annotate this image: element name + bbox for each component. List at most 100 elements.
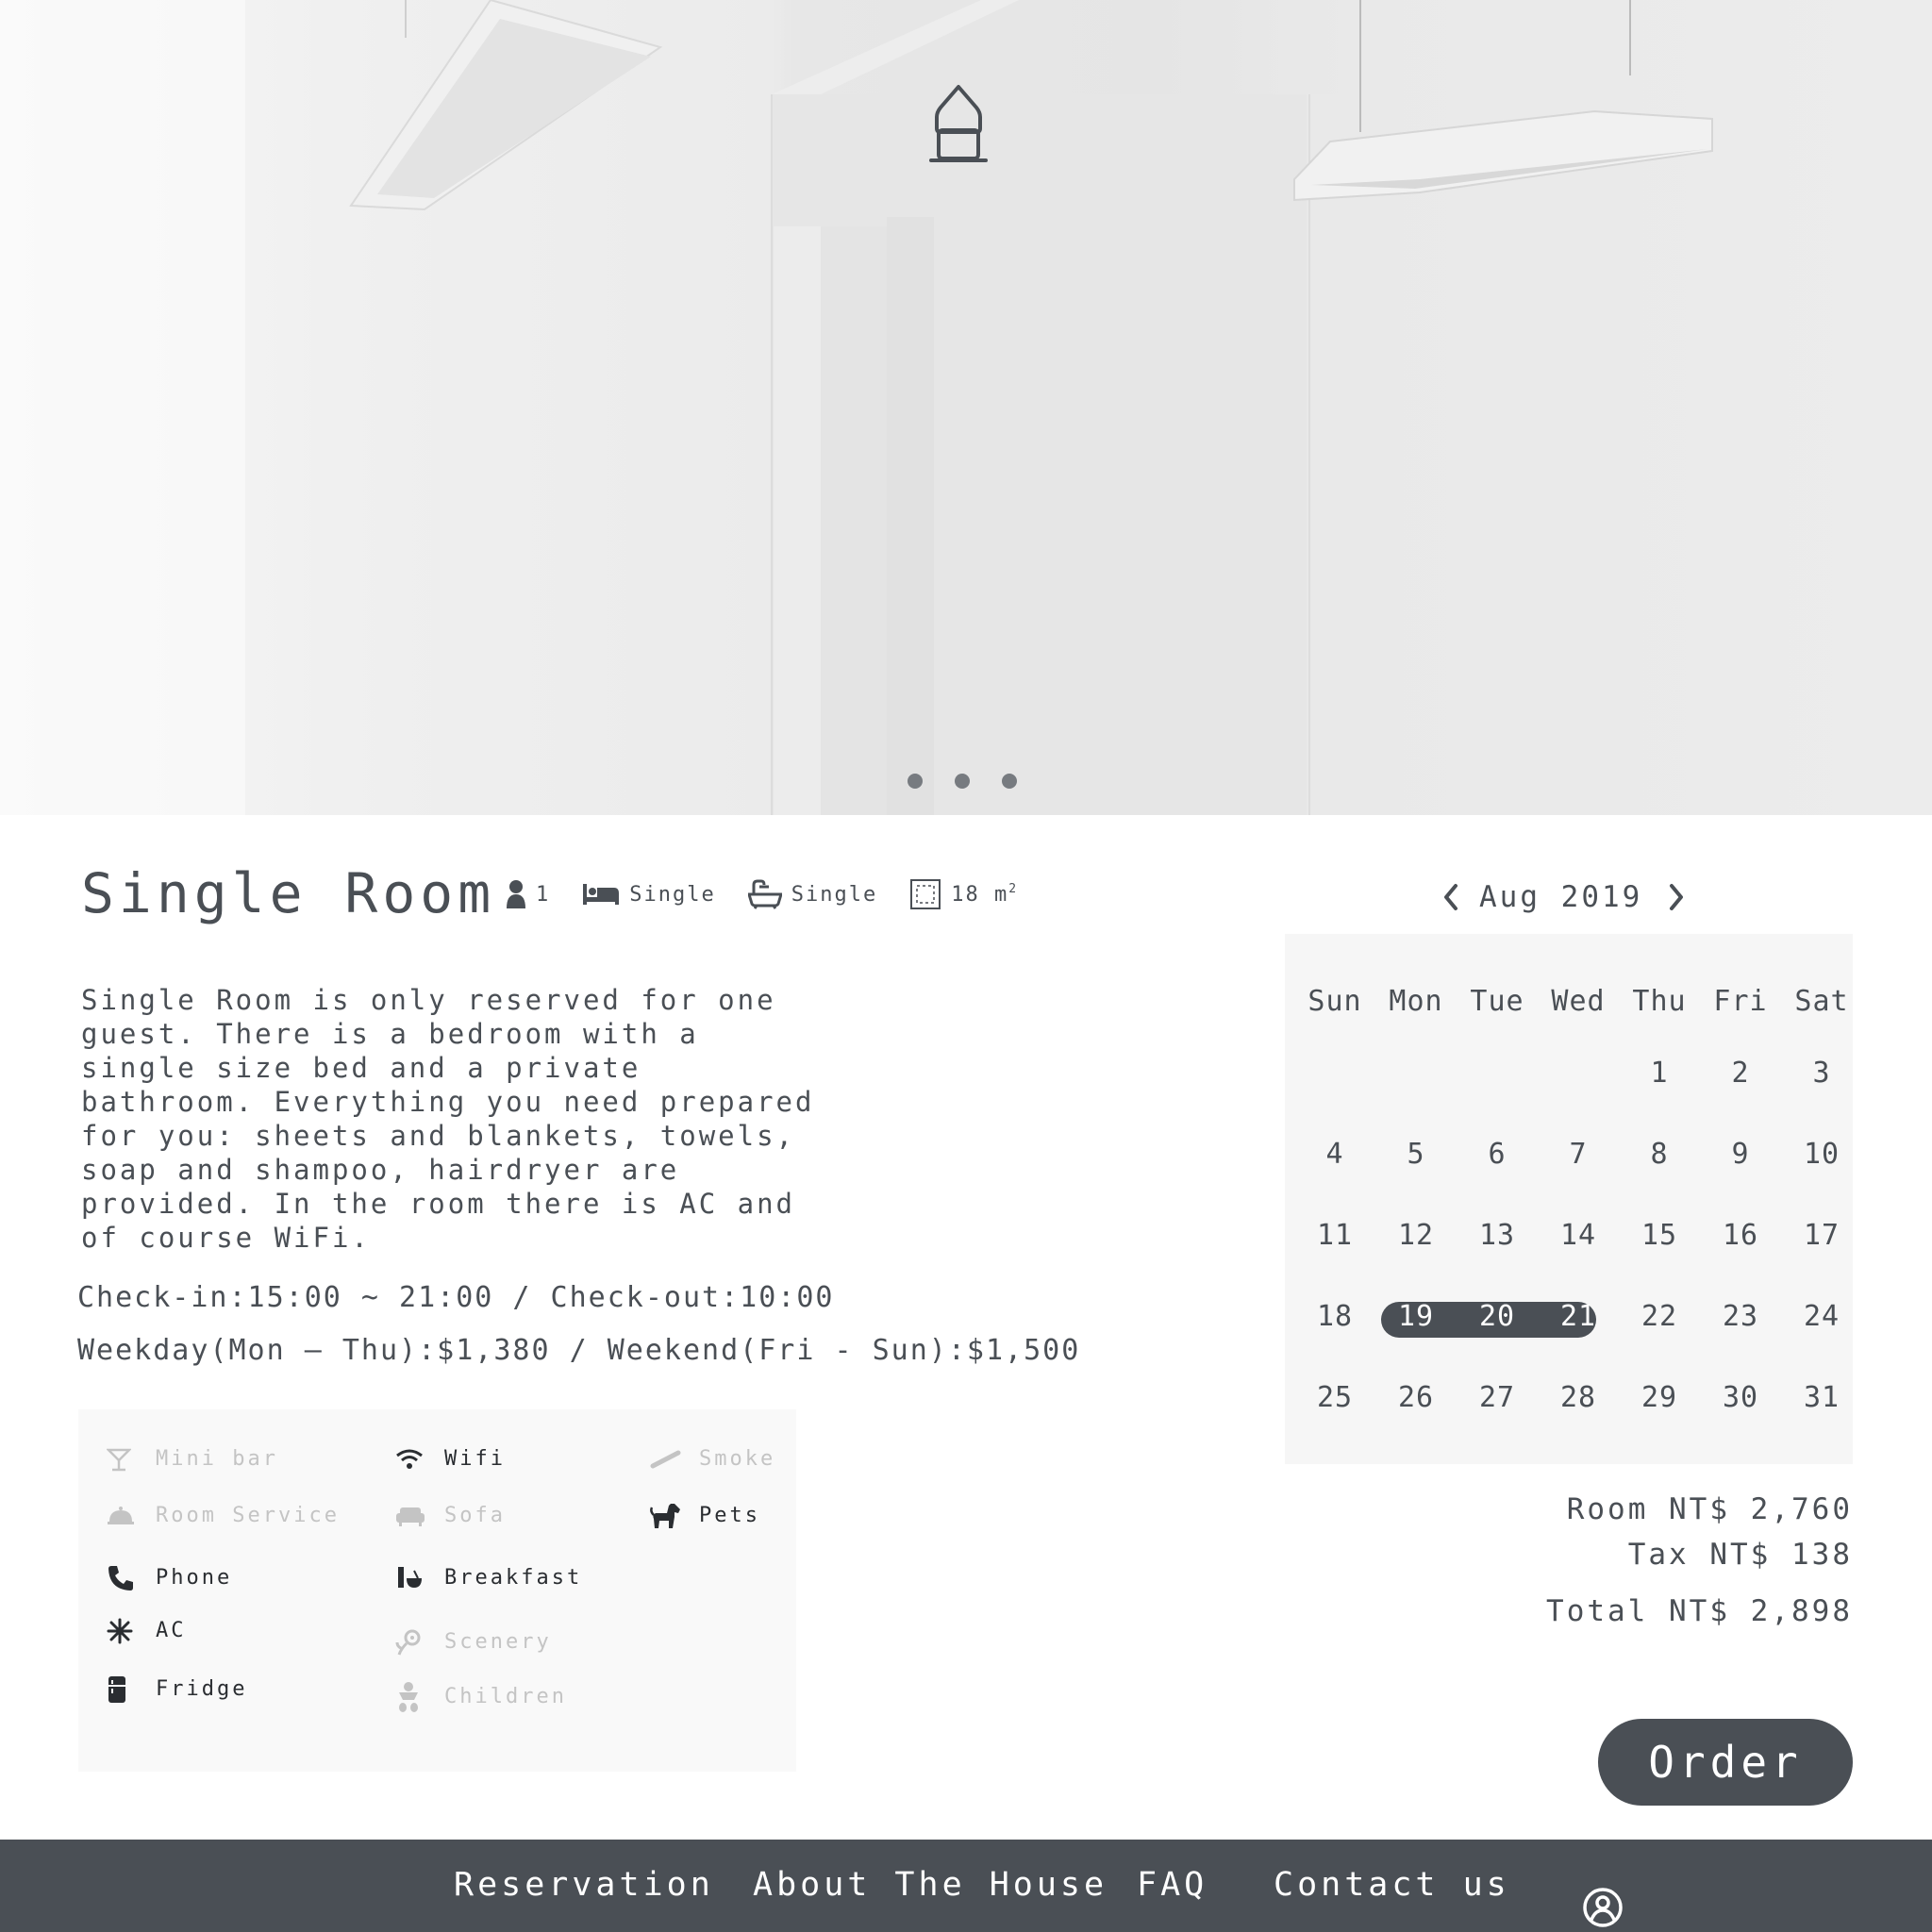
calendar-day[interactable]: 18: [1294, 1300, 1375, 1333]
calendar-day[interactable]: 8: [1619, 1138, 1700, 1171]
amenity-label: Wifi: [444, 1447, 506, 1471]
calendar-weekday: Wed: [1551, 985, 1606, 1018]
spec-size-value: 18 m: [951, 882, 1009, 907]
calendar-day[interactable]: 28: [1538, 1381, 1619, 1414]
spec-size-unit: 2: [1008, 881, 1019, 896]
spec-size: 18 m2: [909, 878, 1018, 910]
house-logo-icon[interactable]: [929, 83, 988, 164]
calendar-day[interactable]: 2: [1700, 1057, 1781, 1090]
calendar-day[interactable]: 23: [1700, 1300, 1781, 1333]
person-icon: [507, 880, 525, 908]
calendar-day[interactable]: 14: [1538, 1219, 1619, 1252]
calendar-day[interactable]: 1: [1619, 1057, 1700, 1090]
bathtub-icon: [747, 879, 782, 909]
calendar-day[interactable]: 25: [1294, 1381, 1375, 1414]
amenities-panel: Mini bar Wifi Smoke Room Service Sofa Pe…: [78, 1409, 796, 1772]
calendar-day[interactable]: 15: [1619, 1219, 1700, 1252]
room-prices: Weekday(Mon – Thu):$1,380 / Weekend(Fri …: [77, 1334, 1081, 1367]
calendar-weekday: Fri: [1713, 985, 1768, 1018]
calendar-day[interactable]: 10: [1781, 1138, 1862, 1171]
amenity-children: Children: [395, 1681, 567, 1712]
calendar-prev-button[interactable]: [1434, 875, 1468, 919]
calendar-month-label: Aug 2019: [1479, 880, 1643, 914]
calendar-header: Aug 2019: [1434, 875, 1717, 919]
calendar-day[interactable]: 7: [1538, 1138, 1619, 1171]
calendar-day[interactable]: 17: [1781, 1219, 1862, 1252]
calendar-day[interactable]: 4: [1294, 1138, 1375, 1171]
amenity-label: Smoke: [699, 1447, 776, 1471]
breakfast-icon: [398, 1566, 422, 1588]
amenity-phone: Phone: [107, 1565, 233, 1591]
calendar-day[interactable]: 11: [1294, 1219, 1375, 1252]
calendar-day[interactable]: 20: [1457, 1300, 1538, 1333]
nav-contact-us[interactable]: Contact us: [1274, 1866, 1510, 1904]
bed-icon: [583, 884, 620, 905]
calendar-day[interactable]: 31: [1781, 1381, 1862, 1414]
spec-bath: Single: [747, 879, 877, 909]
nav-about-the-house[interactable]: About The House: [753, 1866, 1108, 1904]
amenity-label: Phone: [156, 1566, 233, 1590]
calendar-day[interactable]: 21: [1538, 1300, 1619, 1333]
calendar-day[interactable]: 16: [1700, 1219, 1781, 1252]
calendar-day[interactable]: 3: [1781, 1057, 1862, 1090]
room-description: Single Room is only reserved for one gue…: [81, 984, 815, 1254]
fridge-icon: [108, 1675, 125, 1703]
phone-icon: [108, 1565, 133, 1591]
chevron-right-icon: [1670, 884, 1684, 910]
calendar-weekday: Thu: [1632, 985, 1687, 1018]
user-account-icon[interactable]: [1582, 1887, 1624, 1928]
baby-icon: [399, 1681, 418, 1712]
amenity-label: Pets: [699, 1504, 760, 1527]
carousel-dot-1[interactable]: [908, 774, 923, 789]
amenity-label: Sofa: [444, 1504, 506, 1527]
amenity-breakfast: Breakfast: [395, 1566, 582, 1590]
amenity-label: AC: [156, 1619, 187, 1642]
spec-bed: Single: [582, 882, 715, 907]
carousel-dot-2[interactable]: [955, 774, 970, 789]
amenity-label: Mini bar: [156, 1447, 278, 1471]
calendar-day[interactable]: 22: [1619, 1300, 1700, 1333]
carousel-dot-3[interactable]: [1002, 774, 1017, 789]
amenity-pets: Pets: [650, 1503, 760, 1528]
hero-carousel: [0, 0, 1932, 815]
amenity-label: Children: [444, 1685, 567, 1708]
flower-icon: [395, 1629, 421, 1656]
amenity-wifi: Wifi: [395, 1447, 506, 1471]
nav-faq[interactable]: FAQ: [1137, 1866, 1208, 1904]
calendar-weekday: Sat: [1794, 985, 1849, 1018]
calendar-day[interactable]: 27: [1457, 1381, 1538, 1414]
order-button[interactable]: Order: [1598, 1719, 1853, 1806]
calendar-day[interactable]: 9: [1700, 1138, 1781, 1171]
wifi-icon: [396, 1449, 423, 1469]
calendar-weekday: Mon: [1389, 985, 1443, 1018]
calendar-day[interactable]: 12: [1375, 1219, 1457, 1252]
spec-bed-value: Single: [629, 882, 716, 907]
calendar-day[interactable]: 26: [1375, 1381, 1457, 1414]
calendar-day[interactable]: 24: [1781, 1300, 1862, 1333]
calendar-day[interactable]: 6: [1457, 1138, 1538, 1171]
amenity-mini-bar: Mini bar: [107, 1447, 278, 1471]
calendar-day[interactable]: 13: [1457, 1219, 1538, 1252]
calendar-next-button[interactable]: [1659, 875, 1693, 919]
amenity-smoke: Smoke: [650, 1447, 775, 1471]
calendar-grid: Sun Mon Tue Wed Thu Fri Sat 1 2 3 4 5 6 7 8 9 10 11 12 13 14…: [1285, 934, 1853, 1464]
checkin-times: Check-in:15:00 ~ 21:00 / Check-out:10:00: [77, 1281, 835, 1314]
calendar-day[interactable]: 19: [1375, 1300, 1457, 1333]
amenity-scenery: Scenery: [395, 1629, 552, 1656]
price-summary: Room NT$ 2,760 Tax NT$ 138 Total NT$ 2,8…: [1546, 1492, 1853, 1640]
nav-reservation[interactable]: Reservation: [454, 1866, 714, 1904]
tax-amount: Tax NT$ 138: [1627, 1538, 1853, 1572]
calendar-day[interactable]: 30: [1700, 1381, 1781, 1414]
room-specs: 1 Single Single 18 m2: [506, 875, 1050, 913]
amenity-ac: AC: [107, 1618, 187, 1643]
amenity-label: Breakfast: [444, 1566, 583, 1590]
spec-guests-value: 1: [536, 882, 551, 907]
calendar-day[interactable]: 5: [1375, 1138, 1457, 1171]
cigarette-icon: [650, 1450, 681, 1468]
chevron-left-icon: [1444, 884, 1457, 910]
calendar-day[interactable]: 29: [1619, 1381, 1700, 1414]
footer-nav: Reservation About The House FAQ Contact …: [0, 1840, 1932, 1932]
total-amount: Total NT$ 2,898: [1546, 1594, 1853, 1628]
calendar-weekday: Sun: [1307, 985, 1362, 1018]
room-subtotal: Room NT$ 2,760: [1566, 1492, 1853, 1526]
